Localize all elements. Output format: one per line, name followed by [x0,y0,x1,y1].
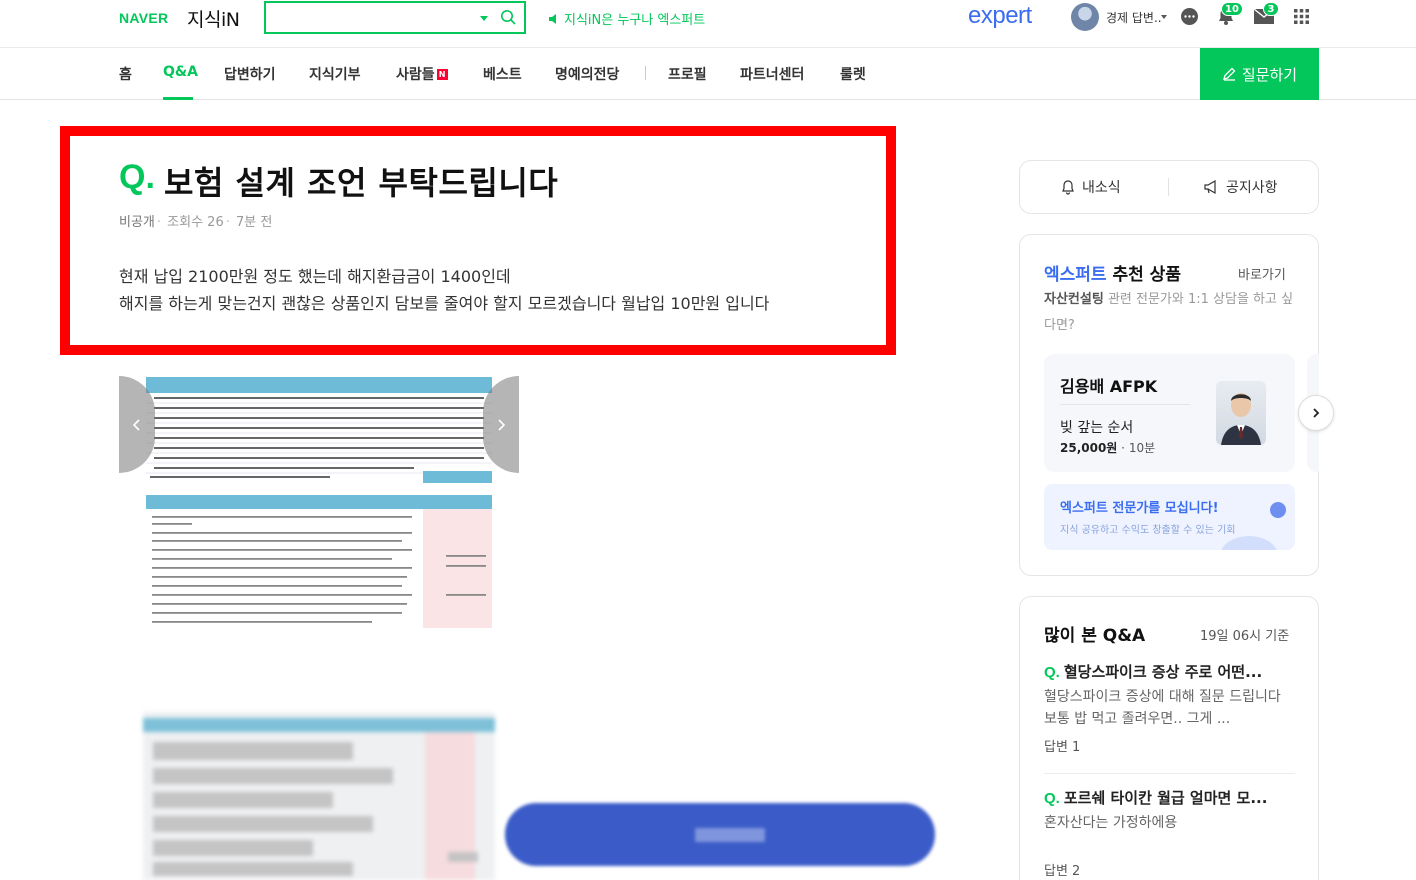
jisikin-logo[interactable]: 지식iN [187,5,240,32]
expert-description: 자산컨설팅 관련 전문가와 1:1 상담을 하고 싶다면? [1044,287,1298,339]
attached-image-slider[interactable] [119,376,519,628]
popular-item[interactable]: Q. 포르쉐 타이칸 월급 얼마면 모... 혼자산다는 가정하에용 답변 2 [1044,787,1298,879]
expert-product-card[interactable]: 김용배 AFPK 빚 갚는 순서 25,000원 · 10분 [1044,354,1295,472]
bell-outline-icon [1062,180,1074,195]
nav-partner-center[interactable]: 파트너센터 [740,64,804,84]
question-q-mark: Q. [119,158,155,196]
popular-question-text: 포르쉐 타이칸 월급 얼마면 모... [1063,789,1268,807]
expert-recruit-banner[interactable]: 엑스퍼트 전문가를 모십니다! 지식 공유하고 수익도 창출할 수 있는 기회 [1044,484,1295,550]
nav-donate[interactable]: 지식기부 [309,64,361,84]
talk-icon[interactable] [1180,7,1199,26]
popular-item[interactable]: Q. 혈당스파이크 증상 주로 어떤... 혈당스파이크 증상에 대해 질문 드립… [1044,661,1298,755]
chevron-right-icon [498,418,506,431]
recruit-decoration [1270,502,1286,518]
user-name[interactable]: 경제 답변.. [1106,9,1162,26]
nav-answer[interactable]: 답변하기 [224,64,276,84]
user-avatar[interactable] [1071,3,1099,31]
my-news-label: 내소식 [1082,180,1121,196]
question-time: 7분 전 [236,215,273,230]
notif-divider [1168,178,1169,196]
question-meta: 비공개 · 조회수 26 · 7분 전 [119,215,273,230]
question-views: 조회수 26 [167,215,224,230]
expert-name: 김용배 AFPK [1060,377,1158,396]
question-title: 보험 설계 조언 부탁드립니다 [164,164,559,202]
my-news-button[interactable]: 내소식 [1060,177,1121,197]
nav-people[interactable]: 사람들 N [396,64,448,84]
expert-logo[interactable]: expert [968,2,1032,30]
question-body-line: 현재 납입 2100만원 정도 했는데 해지환급금이 1400인데 [119,267,511,286]
chevron-right-icon [1313,408,1320,418]
expert-duration: 10분 [1128,441,1156,455]
search-input[interactable] [272,7,472,29]
expert-photo [1216,381,1266,445]
notice-text: 지식iN은 누구나 엑스퍼트 [564,13,706,28]
blurred-image [143,712,495,880]
main-nav: 홈 Q&A 답변하기 지식기부 사람들 N 베스트 명예의전당 프로필 파트너센터… [0,48,1416,100]
recruit-subtitle: 지식 공유하고 수익도 창출할 수 있는 기회 [1060,525,1236,536]
expert-price-value: 25,000원 [1060,441,1118,455]
nav-profile[interactable]: 프로필 [668,64,707,84]
user-menu-caret-icon[interactable] [1161,15,1167,19]
notice-banner[interactable]: 지식iN은 누구나 엑스퍼트 [548,9,705,28]
question-author[interactable]: 비공개 [119,215,155,230]
nav-hall-of-fame[interactable]: 명예의전당 [555,64,619,84]
expert-product-price: 25,000원 · 10분 [1060,441,1156,455]
popular-body: 혈당스파이크 증상에 대해 질문 드립니다 보통 밥 먹고 졸려우면.. 그게 … [1044,689,1281,727]
expert-recommend-box: 엑스퍼트 추천 상품 바로가기 자산컨설팅 관련 전문가와 1:1 상담을 하고… [1019,234,1319,576]
expert-title-brand: 엑스퍼트 [1044,265,1107,285]
expert-card-divider [1060,404,1190,405]
ask-button-label: 질문하기 [1241,65,1298,84]
question-body-line: 해지를 하는게 맞는건지 괜찮은 상품인지 담보를 줄여야 할지 모르겠습니다 … [119,294,770,313]
popular-question: Q. 포르쉐 타이칸 월급 얼마면 모... [1044,789,1268,807]
expert-carousel-next-button[interactable] [1298,395,1334,431]
bell-count-badge: 10 [1221,2,1243,16]
notice-label: 공지사항 [1226,180,1278,196]
nav-roulette[interactable]: 룰렛 [840,64,866,84]
popular-qna-box: 많이 본 Q&A 19일 06시 기준 Q. 혈당스파이크 증상 주로 어떤...… [1019,596,1319,880]
expert-title-rest: 추천 상품 [1106,265,1181,285]
search-dropdown-icon[interactable] [480,16,488,21]
insurance-table-image[interactable] [146,377,492,628]
expert-product-title: 빚 갚는 순서 [1060,420,1134,436]
new-badge: N [436,69,448,80]
recruit-title: 엑스퍼트 전문가를 모십니다! [1060,501,1219,516]
blurred-action-button[interactable] [505,803,935,866]
chevron-left-icon [132,418,140,431]
naver-logo[interactable]: NAVER [119,10,168,26]
nav-people-label: 사람들 [396,67,435,83]
popular-body: 혼자산다는 가정하에용 [1044,815,1178,831]
nav-home[interactable]: 홈 [119,64,132,84]
popular-question-text: 혈당스파이크 증상 주로 어떤... [1063,663,1263,681]
popular-question: Q. 혈당스파이크 증상 주로 어떤... [1044,663,1263,681]
popular-title: 많이 본 Q&A [1044,626,1146,646]
expert-box-title: 엑스퍼트 추천 상품 [1044,260,1181,285]
popular-answers: 답변 1 [1044,740,1081,755]
popular-answers: 답변 2 [1044,864,1081,879]
apps-grid-icon[interactable] [1294,9,1309,24]
speaker-icon [549,13,556,24]
expert-shortcut-link[interactable]: 바로가기 [1238,264,1286,283]
question-body: 현재 납입 2100만원 정도 했는데 해지환급금이 1400인데 해지를 하는… [119,263,879,317]
search-box [264,1,526,34]
notification-box: 내소식 공지사항 [1019,160,1319,214]
nav-divider [645,66,646,80]
ask-question-button[interactable]: 질문하기 [1200,48,1319,100]
nav-qna[interactable]: Q&A [163,64,198,80]
popular-time: 19일 06시 기준 [1200,629,1290,644]
search-icon[interactable] [500,9,516,25]
pencil-icon [1222,67,1236,81]
expert-desc-category: 자산컨설팅 [1044,292,1104,307]
nav-active-indicator [163,97,193,100]
top-header: NAVER 지식iN 지식iN은 누구나 엑스퍼트 expert 경제 답변..… [0,0,1416,48]
notice-button[interactable]: 공지사항 [1203,177,1278,197]
nav-best[interactable]: 베스트 [483,64,522,84]
recruit-decoration [1220,536,1278,550]
popular-divider [1044,773,1295,774]
megaphone-icon [1204,179,1216,195]
mail-count-badge: 3 [1263,2,1279,16]
